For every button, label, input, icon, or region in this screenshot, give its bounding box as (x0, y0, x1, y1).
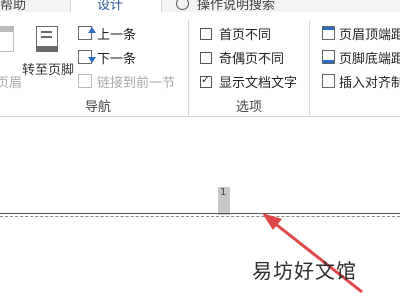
watermark-text: 易坊好文馆 (252, 259, 357, 283)
